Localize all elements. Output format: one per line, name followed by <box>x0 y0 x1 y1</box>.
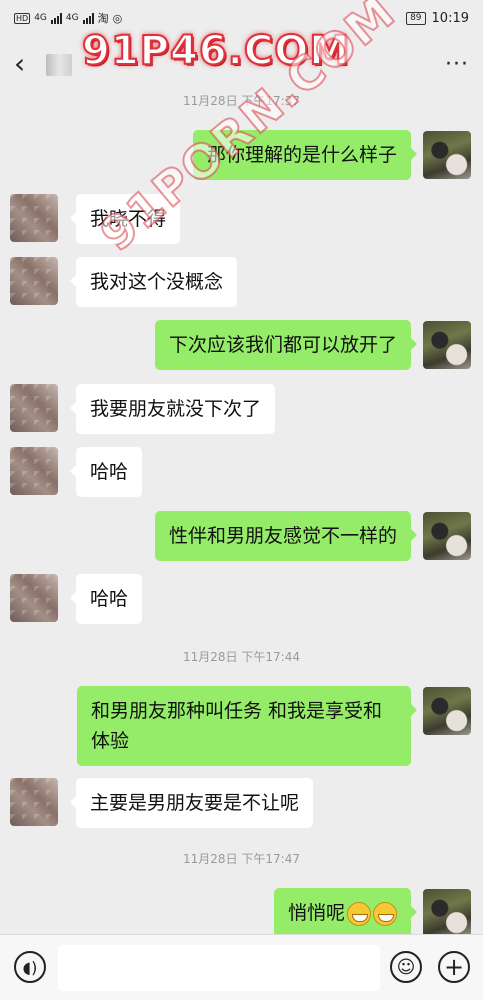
my-avatar[interactable] <box>423 321 471 369</box>
status-left: HD 4G 4G 淘 ◎ <box>14 10 122 26</box>
outgoing-bubble[interactable]: 悄悄呢 <box>273 888 418 934</box>
battery-icon: 89 <box>406 11 426 25</box>
timestamp: 11月28日 下午17:47 <box>183 852 300 866</box>
grin-emoji-icon <box>347 901 371 926</box>
contact-name-blurred <box>46 54 72 76</box>
outgoing-bubble[interactable]: 和男朋友那种叫任务 和我是享受和体验 <box>77 686 417 766</box>
back-icon[interactable]: ‹ <box>14 50 38 78</box>
message-list[interactable]: 11月28日 下午17:37 那你理解的是什么样子 我晓不得 我对这个没概念 下… <box>0 92 483 934</box>
emoji-icon[interactable]: ☺ <box>390 951 422 983</box>
outgoing-bubble[interactable]: 性伴和男朋友感觉不一样的 <box>154 511 418 561</box>
contact-avatar[interactable] <box>10 384 58 432</box>
contact-avatar[interactable] <box>10 778 58 826</box>
app-notification-icon: ◎ <box>112 11 123 25</box>
my-avatar[interactable] <box>423 512 471 560</box>
message-input[interactable] <box>58 945 380 991</box>
more-options-button[interactable]: ··· <box>445 52 469 77</box>
clock: 10:19 <box>431 10 469 26</box>
contact-avatar[interactable] <box>10 194 58 242</box>
signal-bars-icon-2 <box>82 12 94 24</box>
grin-emoji-icon <box>373 901 397 926</box>
my-avatar[interactable] <box>423 687 471 735</box>
my-avatar[interactable] <box>423 889 471 934</box>
signal-label-2: 4G <box>65 13 79 23</box>
plus-icon[interactable]: + <box>438 951 470 983</box>
contact-avatar[interactable] <box>10 447 58 495</box>
contact-avatar[interactable] <box>10 574 58 622</box>
taobao-icon: 淘 <box>97 12 109 25</box>
timestamp: 11月28日 下午17:44 <box>183 650 300 664</box>
incoming-bubble[interactable]: 主要是男朋友要是不让呢 <box>69 778 314 828</box>
outgoing-text: 悄悄呢 <box>287 902 345 924</box>
voice-icon[interactable]: ◖) <box>14 951 46 983</box>
incoming-bubble[interactable]: 哈哈 <box>69 574 143 624</box>
incoming-bubble[interactable]: 我要朋友就没下次了 <box>69 384 276 434</box>
signal-bars-icon <box>50 12 62 24</box>
signal-label-1: 4G <box>34 13 47 23</box>
contact-avatar[interactable] <box>10 257 58 305</box>
hd-badge: HD <box>14 12 31 24</box>
incoming-bubble[interactable]: 我对这个没概念 <box>69 257 238 307</box>
outgoing-bubble[interactable]: 下次应该我们都可以放开了 <box>154 320 418 370</box>
status-right: 89 10:19 <box>406 11 469 26</box>
incoming-bubble[interactable]: 哈哈 <box>69 447 143 497</box>
input-bar: ◖) ☺ + <box>0 934 483 1000</box>
my-avatar[interactable] <box>423 131 471 179</box>
